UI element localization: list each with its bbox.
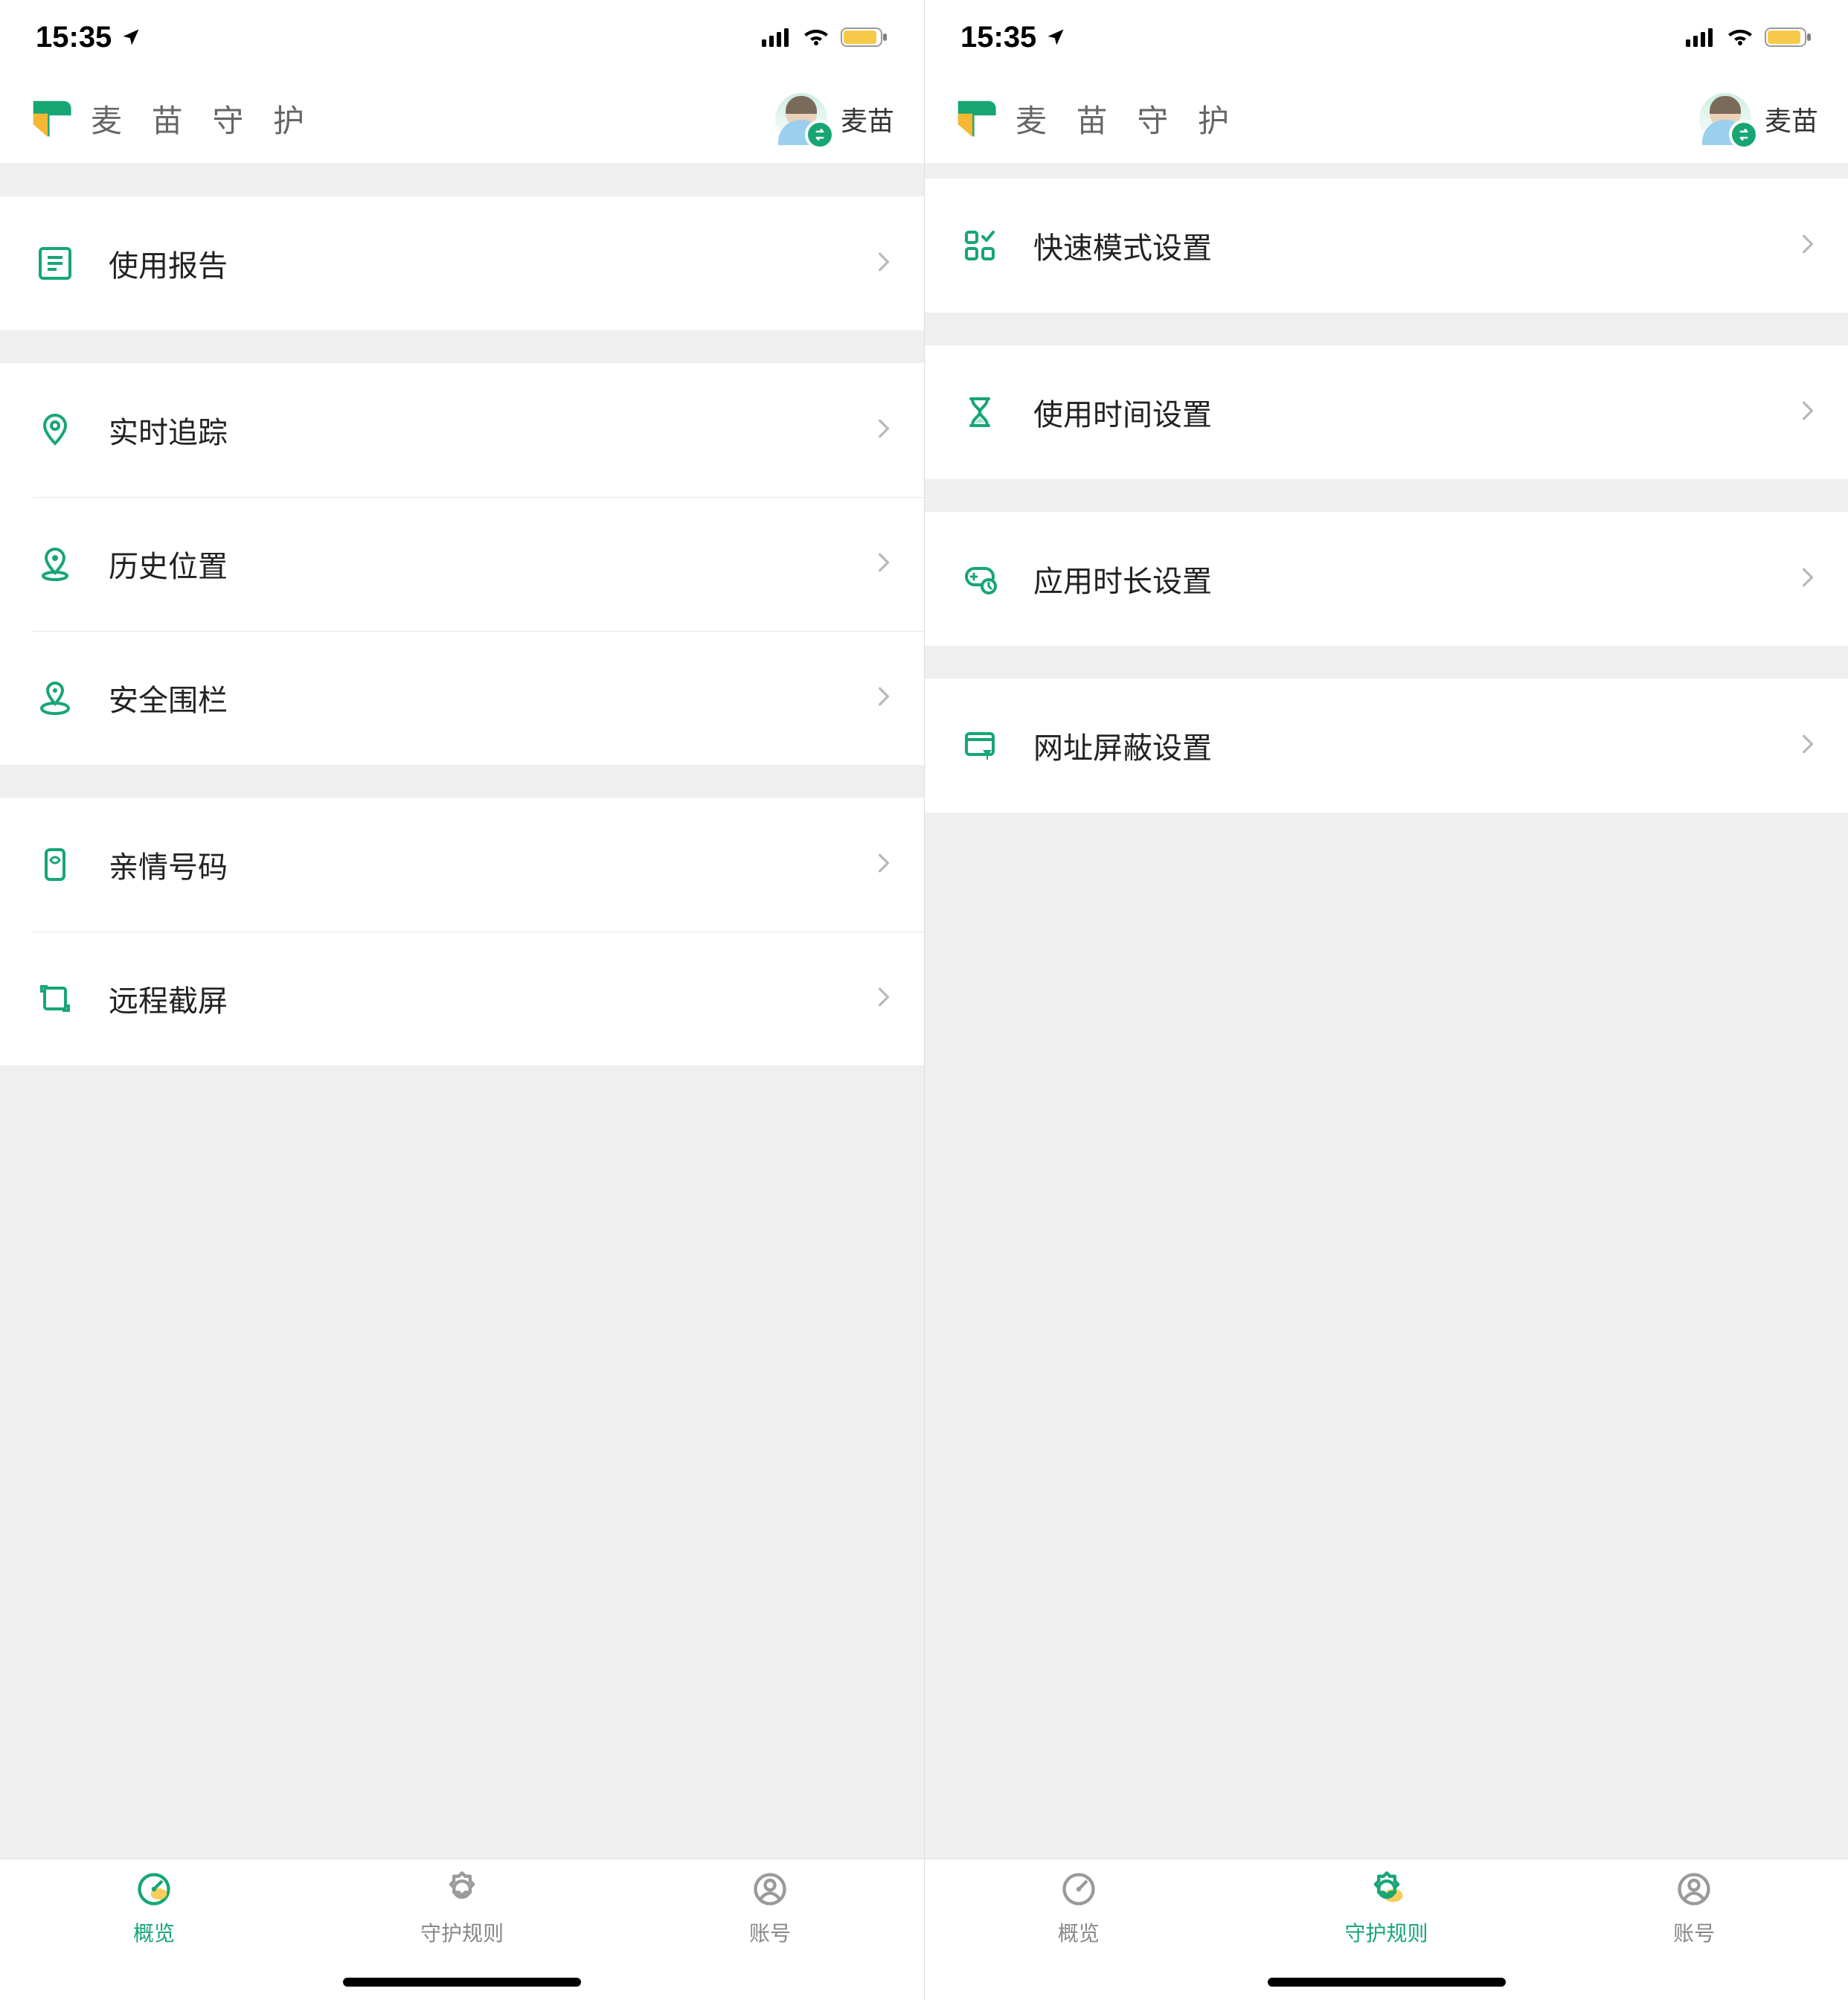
phone-left: 15:35 麦 苗 守 护 麦苗 使用报告 xyxy=(0,0,924,2000)
status-bar: 15:35 xyxy=(925,0,1848,74)
row-geofence[interactable]: 安全围栏 xyxy=(0,631,924,765)
chevron-right-icon xyxy=(876,553,891,576)
row-label: 使用报告 xyxy=(109,242,845,285)
row-screen-time[interactable]: 使用时间设置 xyxy=(925,345,1848,479)
app-title: 麦 苗 守 护 xyxy=(1016,96,1681,141)
location-arrow-icon xyxy=(1045,27,1066,48)
row-label: 远程截屏 xyxy=(109,977,845,1020)
tab-label: 概览 xyxy=(1058,1917,1100,1947)
row-history-location[interactable]: 历史位置 xyxy=(0,497,924,631)
location-arrow-icon xyxy=(121,27,141,48)
chevron-right-icon xyxy=(876,853,891,876)
cellular-icon xyxy=(1686,28,1716,47)
game-time-icon xyxy=(957,561,1002,597)
tab-label: 概览 xyxy=(133,1917,175,1947)
status-time: 15:35 xyxy=(36,21,112,54)
row-usage-report[interactable]: 使用报告 xyxy=(0,196,924,330)
content-right: 快速模式设置 使用时间设置 应用时长设置 网址屏蔽设置 xyxy=(925,164,1848,1859)
profile-switcher[interactable]: 麦苗 xyxy=(1699,93,1818,145)
row-web-filter[interactable]: 网址屏蔽设置 xyxy=(925,679,1848,812)
geofence-icon xyxy=(33,680,77,716)
row-family-numbers[interactable]: 亲情号码 xyxy=(0,798,924,932)
tab-label: 账号 xyxy=(1673,1917,1715,1947)
app-title: 麦 苗 守 护 xyxy=(91,96,757,141)
row-label: 网址屏蔽设置 xyxy=(1033,724,1769,767)
chevron-right-icon xyxy=(1800,234,1815,257)
account-icon xyxy=(1675,1868,1713,1910)
row-label: 实时追踪 xyxy=(109,408,845,452)
chevron-right-icon xyxy=(876,252,891,275)
row-label: 使用时间设置 xyxy=(1033,391,1769,434)
phone-right: 15:35 麦 苗 守 护 麦苗 快速模式设置 xyxy=(924,0,1848,2000)
row-label: 安全围栏 xyxy=(109,676,845,719)
row-app-duration[interactable]: 应用时长设置 xyxy=(925,512,1848,646)
app-logo-icon xyxy=(30,97,73,141)
gear-shield-icon xyxy=(443,1868,481,1910)
account-icon xyxy=(751,1868,789,1910)
screenshot-icon xyxy=(33,981,77,1016)
status-time: 15:35 xyxy=(960,21,1036,54)
chevron-right-icon xyxy=(1800,568,1815,591)
chevron-right-icon xyxy=(1800,734,1815,757)
gauge-icon xyxy=(1059,1868,1098,1910)
tab-overview[interactable]: 概览 xyxy=(0,1868,308,2000)
hourglass-icon xyxy=(957,394,1002,430)
chevron-right-icon xyxy=(1800,401,1815,424)
content-left: 使用报告 实时追踪 历史位置 安全围栏 亲情号码 远程截屏 xyxy=(0,164,924,1859)
gear-shield-icon xyxy=(1367,1868,1406,1910)
tab-overview[interactable]: 概览 xyxy=(925,1868,1233,2000)
row-quick-mode[interactable]: 快速模式设置 xyxy=(925,179,1848,312)
row-label: 历史位置 xyxy=(109,542,845,586)
status-bar: 15:35 xyxy=(0,0,924,74)
wifi-icon xyxy=(1726,28,1754,47)
report-icon xyxy=(33,246,77,281)
swap-icon xyxy=(805,120,835,150)
row-realtime-tracking[interactable]: 实时追踪 xyxy=(0,363,924,497)
chevron-right-icon xyxy=(876,419,891,442)
home-indicator[interactable] xyxy=(1268,1978,1506,1987)
app-header: 麦 苗 守 护 麦苗 xyxy=(0,74,924,164)
wifi-icon xyxy=(802,28,830,47)
profile-switcher[interactable]: 麦苗 xyxy=(775,93,894,145)
tab-account[interactable]: 账号 xyxy=(616,1868,924,2000)
cellular-icon xyxy=(762,28,792,47)
pin-icon xyxy=(33,412,77,448)
row-label: 应用时长设置 xyxy=(1033,557,1769,600)
battery-icon xyxy=(841,27,888,48)
grid-check-icon xyxy=(957,228,1002,263)
profile-name: 麦苗 xyxy=(1765,100,1818,138)
app-header: 麦 苗 守 护 麦苗 xyxy=(925,74,1848,164)
chevron-right-icon xyxy=(876,987,891,1010)
tab-label: 守护规则 xyxy=(420,1917,504,1947)
battery-icon xyxy=(1765,27,1812,48)
app-logo-icon xyxy=(955,97,998,141)
pin-history-icon xyxy=(33,546,77,582)
home-indicator[interactable] xyxy=(343,1978,581,1987)
row-label: 亲情号码 xyxy=(109,843,845,886)
profile-name: 麦苗 xyxy=(841,100,894,138)
tab-account[interactable]: 账号 xyxy=(1540,1868,1848,2000)
tab-label: 守护规则 xyxy=(1345,1917,1428,1947)
family-phone-icon xyxy=(33,847,77,882)
web-filter-icon xyxy=(957,728,1002,763)
swap-icon xyxy=(1729,120,1759,150)
tab-label: 账号 xyxy=(749,1917,791,1947)
gauge-icon xyxy=(135,1868,173,1910)
row-label: 快速模式设置 xyxy=(1033,224,1769,267)
row-remote-screenshot[interactable]: 远程截屏 xyxy=(0,932,924,1065)
avatar-icon xyxy=(1699,93,1751,145)
chevron-right-icon xyxy=(876,687,891,710)
avatar-icon xyxy=(775,93,827,145)
